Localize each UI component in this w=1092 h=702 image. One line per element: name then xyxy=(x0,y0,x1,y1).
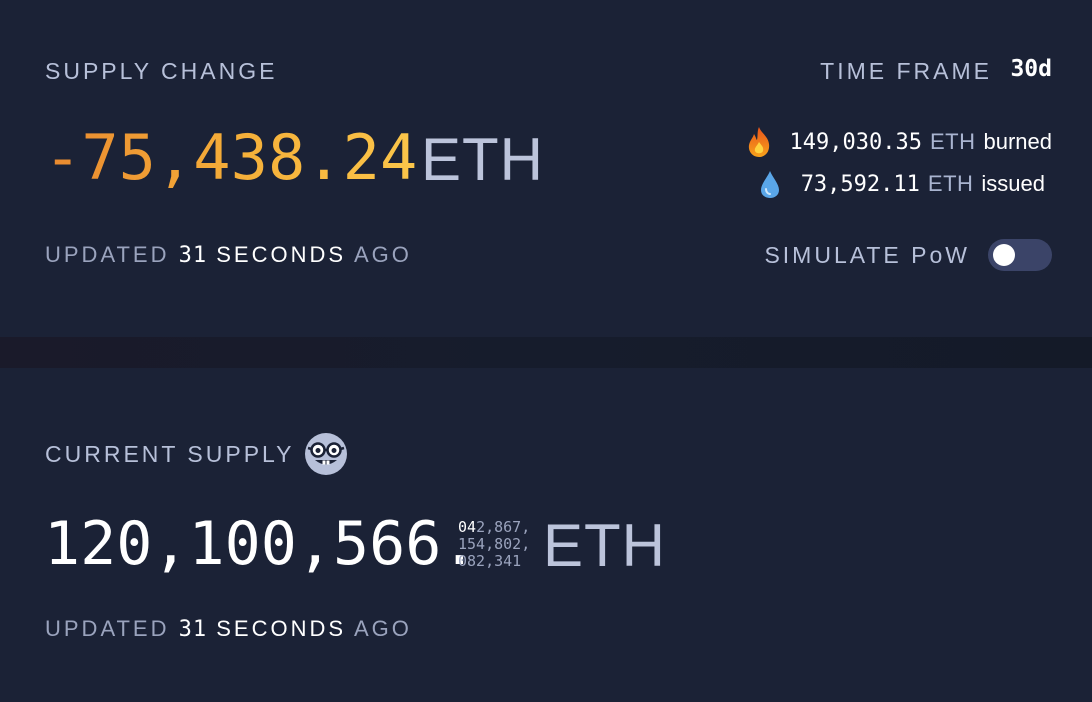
decimals-line3: 082,341 xyxy=(458,552,522,570)
time-frame-button[interactable]: 30d xyxy=(1010,56,1052,82)
fire-icon xyxy=(748,127,769,157)
issued-word: issued xyxy=(981,171,1045,196)
decimals-line1: 2,867, xyxy=(476,518,531,536)
updated-suffix: AGO xyxy=(353,242,412,267)
section-divider xyxy=(0,337,1092,368)
updated-number: 31 xyxy=(178,243,208,268)
burned-stat: 149,030.35 ETH burned xyxy=(744,126,1052,158)
toggle-knob xyxy=(993,244,1015,266)
current-supply-updated: UPDATED 31 SECONDS AGO xyxy=(45,616,412,642)
decimals-lead: 04 xyxy=(458,518,477,536)
updated-prefix: UPDATED xyxy=(45,616,170,641)
updated-unit: SECONDS xyxy=(216,616,347,641)
issued-value: 73,592.11 xyxy=(800,171,920,197)
supply-change-card: SUPPLY CHANGE TIME FRAME 30d -75,438.24 … xyxy=(0,0,1092,337)
current-supply-unit: ETH xyxy=(543,512,666,579)
time-frame-label: TIME FRAME xyxy=(820,58,992,84)
supply-change-unit: ETH xyxy=(421,126,544,193)
current-supply-decimals: 042,867, 154,802, 082,341 xyxy=(458,519,538,570)
supply-change-title: SUPPLY CHANGE xyxy=(45,58,278,84)
simulate-pow-toggle[interactable] xyxy=(988,239,1052,271)
updated-unit: SECONDS xyxy=(216,242,347,267)
updated-number: 31 xyxy=(178,617,208,642)
issued-unit: ETH xyxy=(927,171,974,196)
current-supply-title: CURRENT SUPPLY xyxy=(45,441,295,467)
simulate-pow-label: SIMULATE PoW xyxy=(764,242,970,268)
updated-suffix: AGO xyxy=(353,616,412,641)
supply-change-value: -75,438.24 xyxy=(44,121,418,194)
supply-change-updated: UPDATED 31 SECONDS AGO xyxy=(45,242,412,268)
droplet-icon xyxy=(760,171,779,198)
decimals-line2: 154,802, xyxy=(458,535,531,553)
burned-word: burned xyxy=(983,129,1052,154)
current-supply-integer: 120,100,566. xyxy=(44,509,478,579)
nerd-face-icon xyxy=(305,433,347,475)
burned-value: 149,030.35 xyxy=(789,129,922,155)
updated-prefix: UPDATED xyxy=(45,242,170,267)
burned-unit: ETH xyxy=(929,129,976,154)
issued-stat: 73,592.11 ETH issued xyxy=(755,168,1045,200)
